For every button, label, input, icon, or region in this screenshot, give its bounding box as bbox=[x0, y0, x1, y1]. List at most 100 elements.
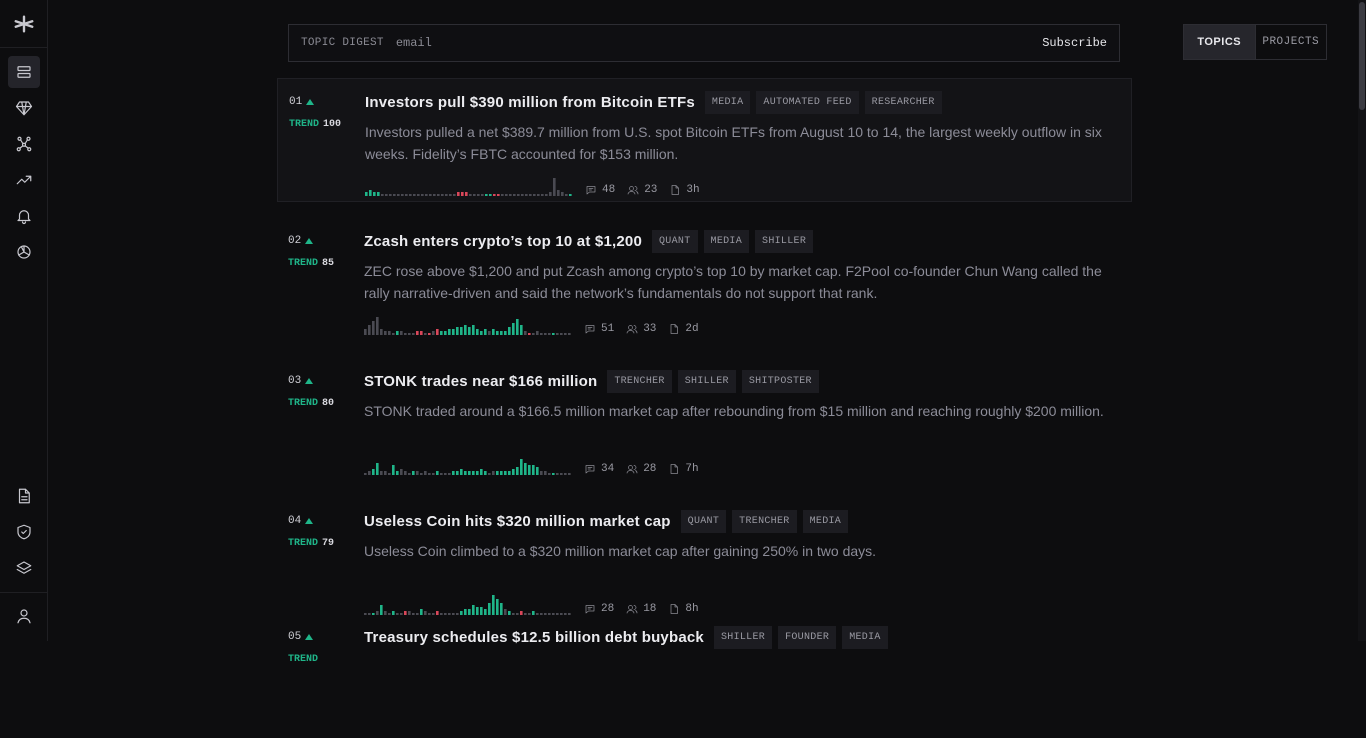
tab-topics[interactable]: TOPICS bbox=[1184, 25, 1255, 59]
users-icon bbox=[626, 325, 638, 334]
sparkline-bar bbox=[472, 471, 475, 475]
sparkline-bar bbox=[429, 194, 432, 196]
topic-title[interactable]: Treasury schedules $12.5 billion debt bu… bbox=[364, 629, 704, 646]
sparkline-bar bbox=[456, 471, 459, 475]
ai-icon[interactable] bbox=[8, 236, 40, 268]
sparkline-bar bbox=[392, 333, 395, 335]
shield-icon[interactable] bbox=[8, 516, 40, 548]
user-icon[interactable] bbox=[8, 600, 40, 632]
sparkline-bar bbox=[492, 329, 495, 335]
topic-title[interactable]: Investors pull $390 million from Bitcoin… bbox=[365, 94, 695, 111]
sparkline-bar bbox=[456, 327, 459, 335]
sparkline-bar bbox=[388, 473, 391, 475]
topic-title[interactable]: Useless Coin hits $320 million market ca… bbox=[364, 513, 671, 530]
sparkline-bar bbox=[496, 599, 499, 615]
topic-row[interactable]: 03 TREND 80 STONK trades near $166 million T… bbox=[277, 358, 1132, 482]
topic-row[interactable]: 04 TREND 79 Useless Coin hits $320 million … bbox=[277, 498, 1132, 622]
topic-tag[interactable]: QUANT bbox=[680, 510, 727, 533]
sparkline-bar bbox=[564, 473, 567, 475]
scrollbar-thumb[interactable] bbox=[1359, 2, 1365, 110]
sparkline-bar bbox=[509, 194, 512, 196]
topic-tag[interactable]: SHILLER bbox=[677, 370, 736, 393]
comments-count: 34 bbox=[601, 463, 615, 475]
topic-tag[interactable]: MEDIA bbox=[842, 626, 888, 649]
users-count: 23 bbox=[644, 184, 658, 196]
topic-tag[interactable]: TRENCHER bbox=[607, 370, 672, 393]
trend-value: 79 bbox=[322, 538, 335, 549]
sparkline-bar bbox=[404, 471, 407, 475]
diamond-icon[interactable] bbox=[8, 92, 40, 124]
topic-tag[interactable]: QUANT bbox=[652, 230, 698, 253]
topic-tag[interactable]: FOUNDER bbox=[778, 626, 837, 649]
network-icon[interactable] bbox=[8, 128, 40, 160]
sparkline-bar bbox=[476, 471, 479, 475]
bell-icon[interactable] bbox=[8, 200, 40, 232]
topic-tag[interactable]: TRENCHER bbox=[732, 510, 797, 533]
topic-rank: 04 bbox=[288, 515, 314, 527]
scrollbar[interactable] bbox=[1358, 0, 1366, 641]
trend-up-icon bbox=[305, 238, 314, 244]
sparkline-bar bbox=[428, 473, 431, 475]
sparkline-bar bbox=[533, 194, 536, 196]
sparkline-bar bbox=[377, 192, 380, 196]
sparkline-bar bbox=[540, 471, 543, 475]
sparkline-bar bbox=[553, 178, 556, 196]
trend-value: 85 bbox=[322, 258, 335, 269]
age-value: 3h bbox=[686, 184, 700, 196]
trending-icon[interactable] bbox=[8, 164, 40, 196]
sparkline-bar bbox=[369, 190, 372, 196]
activity-sparkline bbox=[364, 317, 571, 335]
topic-tag[interactable]: MEDIA bbox=[704, 91, 751, 114]
trend-label: TREND bbox=[288, 258, 319, 269]
sparkline-bar bbox=[492, 471, 495, 475]
comments-count: 48 bbox=[602, 184, 616, 196]
sparkline-bar bbox=[453, 194, 456, 196]
logo-icon[interactable] bbox=[8, 8, 40, 40]
sparkline-bar bbox=[520, 459, 523, 475]
users-count: 28 bbox=[643, 463, 657, 475]
sparkline-bar bbox=[405, 194, 408, 196]
sparkline-bar bbox=[389, 194, 392, 196]
sparkline-bar bbox=[457, 192, 460, 196]
topic-row[interactable]: 02 TREND 85 Zcash enters crypto’s top 10 at… bbox=[277, 218, 1132, 342]
topic-description: Useless Coin climbed to a $320 million m… bbox=[364, 543, 877, 559]
sparkline-bar bbox=[532, 333, 535, 335]
sparkline-bar bbox=[556, 333, 559, 335]
topic-tag[interactable]: SHILLER bbox=[755, 230, 814, 253]
topic-title[interactable]: STONK trades near $166 million bbox=[364, 373, 597, 390]
topic-row[interactable]: 01 TREND 100 Investors pull $390 million fr… bbox=[277, 78, 1132, 202]
digest-label: TOPIC DIGEST bbox=[301, 37, 384, 49]
topic-tag[interactable]: AUTOMATED FEED bbox=[756, 91, 859, 114]
sparkline-bar bbox=[404, 333, 407, 335]
topic-tag[interactable]: MEDIA bbox=[802, 510, 849, 533]
sparkline-bar bbox=[545, 194, 548, 196]
rank-number: 03 bbox=[288, 375, 302, 387]
subscribe-button[interactable]: Subscribe bbox=[1042, 36, 1107, 50]
topic-tag[interactable]: SHILLER bbox=[713, 626, 773, 649]
topic-tag[interactable]: SHITPOSTER bbox=[741, 370, 819, 393]
topic-title[interactable]: Zcash enters crypto’s top 10 at $1,200 bbox=[364, 233, 642, 250]
users-stat: 28 bbox=[626, 463, 656, 475]
sparkline-bar bbox=[532, 465, 535, 475]
document-icon[interactable] bbox=[8, 480, 40, 512]
tab-projects[interactable]: PROJECTS bbox=[1254, 25, 1327, 59]
sparkline-bar bbox=[544, 333, 547, 335]
sparkline-bar bbox=[384, 471, 387, 475]
sparkline-bar bbox=[364, 473, 367, 475]
sparkline-bar bbox=[437, 194, 440, 196]
topic-tag[interactable]: MEDIA bbox=[703, 230, 750, 253]
topic-header: STONK trades near $166 million TRENCHER SH… bbox=[364, 370, 819, 393]
sparkline-bar bbox=[480, 469, 483, 475]
sparkline-bar bbox=[516, 467, 519, 475]
trend-up-icon bbox=[305, 634, 314, 640]
topic-rank: 03 bbox=[288, 375, 314, 387]
topic-tag[interactable]: RESEARCHER bbox=[864, 91, 942, 114]
users-icon bbox=[626, 465, 638, 474]
sparkline-bar bbox=[476, 329, 479, 335]
topic-row[interactable]: 05 TREND Treasury schedules $12.5 billion … bbox=[277, 614, 1132, 738]
users-count: 33 bbox=[643, 323, 657, 335]
sparkline-bar bbox=[504, 471, 507, 475]
layers-icon[interactable] bbox=[8, 552, 40, 584]
email-field[interactable] bbox=[395, 36, 996, 50]
feed-icon[interactable] bbox=[8, 56, 40, 88]
